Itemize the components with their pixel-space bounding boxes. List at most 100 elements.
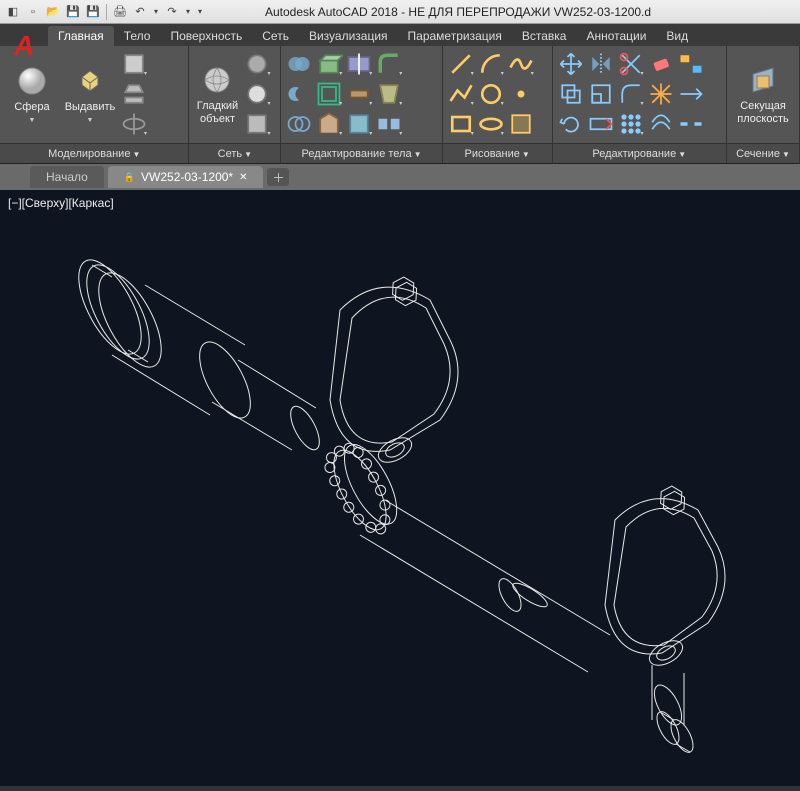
ribbon: Сфера ▼ Выдавить ▼ ▾ ▾ Моделирование▼ — [0, 46, 800, 164]
lock-icon: 🔒 — [124, 172, 135, 183]
extrude-button[interactable]: Выдавить ▼ — [62, 50, 118, 139]
offset-icon[interactable] — [647, 110, 675, 138]
panel-mesh: Гладкий объект ▾ ▾ ▾ Сеть▼ — [189, 46, 281, 163]
tab-parametric[interactable]: Параметризация — [398, 26, 512, 46]
extrude-face-icon[interactable]: ▾ — [315, 50, 343, 78]
panel-solid-edit: ▾ ▾ ▾ ▾ ▾ ▾ ▾ ▾ ▾ Редактирование тела▼ — [281, 46, 443, 163]
mesh-more-icon[interactable]: ▾ — [243, 50, 271, 78]
erase-icon[interactable] — [647, 50, 675, 78]
add-tab-button[interactable]: ＋ — [267, 168, 289, 186]
section-plane-icon — [747, 64, 779, 96]
doc-tab-start[interactable]: Начало — [30, 166, 104, 188]
point-icon[interactable] — [507, 80, 535, 108]
viewport-controls[interactable]: [−][Сверху][Каркас] — [8, 196, 114, 210]
intersect-icon[interactable] — [285, 110, 313, 138]
array-icon[interactable]: ▾ — [617, 110, 645, 138]
explode-icon[interactable] — [647, 80, 675, 108]
section-plane-label: Секущая плоскость — [733, 100, 793, 124]
drawing-viewport[interactable]: [−][Сверху][Каркас] — [0, 190, 800, 786]
tab-home[interactable]: Главная — [48, 26, 114, 46]
redo-icon[interactable]: ↷ — [163, 3, 181, 21]
smooth-button[interactable]: Гладкий объект — [193, 50, 241, 139]
ellipse-icon[interactable]: ▾ — [477, 110, 505, 138]
section-plane-button[interactable]: Секущая плоскость — [731, 50, 795, 139]
shell-icon[interactable]: ▾ — [315, 110, 343, 138]
tab-mesh[interactable]: Сеть — [252, 26, 299, 46]
new-icon[interactable]: ▫ — [24, 3, 42, 21]
align-icon[interactable] — [677, 50, 705, 78]
tab-solid[interactable]: Тело — [114, 26, 161, 46]
undo-dropdown-icon[interactable]: ▾ — [151, 3, 161, 21]
spline-icon[interactable]: ▾ — [507, 50, 535, 78]
save-icon[interactable]: 💾 — [64, 3, 82, 21]
fillet-edge-icon[interactable]: ▾ — [375, 50, 403, 78]
circle-icon[interactable]: ▾ — [477, 80, 505, 108]
subtract-icon[interactable] — [285, 80, 313, 108]
tab-annotate[interactable]: Аннотации — [576, 26, 656, 46]
slice-icon[interactable]: ▾ — [345, 50, 373, 78]
tab-surface[interactable]: Поверхность — [160, 26, 252, 46]
tab-insert[interactable]: Вставка — [512, 26, 577, 46]
smooth-label: Гладкий объект — [195, 100, 239, 124]
tab-visualize[interactable]: Визуализация — [299, 26, 398, 46]
tab-view[interactable]: Вид — [656, 26, 698, 46]
region-icon[interactable] — [507, 110, 535, 138]
presspull-icon[interactable] — [120, 80, 148, 108]
scale-icon[interactable] — [587, 80, 615, 108]
revolve-icon[interactable]: ▾ — [120, 110, 148, 138]
break-icon[interactable] — [677, 110, 705, 138]
panel-title-modeling[interactable]: Моделирование▼ — [0, 143, 188, 163]
doc-tab-active[interactable]: 🔒 VW252-03-1200* ✕ — [108, 166, 264, 188]
thicken-icon[interactable]: ▾ — [345, 80, 373, 108]
close-icon[interactable]: ✕ — [239, 172, 247, 183]
arc-icon[interactable]: ▾ — [477, 50, 505, 78]
extrude-label: Выдавить — [65, 101, 116, 113]
fillet-icon[interactable]: ▾ — [617, 80, 645, 108]
extrude-icon — [74, 65, 106, 97]
mesh-less-icon[interactable]: ▾ — [243, 80, 271, 108]
line-icon[interactable]: ▾ — [447, 50, 475, 78]
title-bar: ◧ ▫ 📂 💾 💾 🖨 ↶ ▾ ↷ ▾ ▾ Autodesk AutoCAD 2… — [0, 0, 800, 24]
move-icon[interactable] — [557, 50, 585, 78]
panel-title-section[interactable]: Сечение▼ — [727, 143, 799, 163]
mirror-icon[interactable] — [587, 50, 615, 78]
smooth-object-icon — [201, 64, 233, 96]
rectangle-icon[interactable]: ▾ — [447, 110, 475, 138]
quick-access-toolbar: ◧ ▫ 📂 💾 💾 🖨 ↶ ▾ ↷ ▾ ▾ — [4, 3, 205, 21]
undo-icon[interactable]: ↶ — [131, 3, 149, 21]
autocad-logo-icon[interactable]: A — [4, 26, 44, 66]
qat-customize-icon[interactable]: ▾ — [195, 3, 205, 21]
document-tabs: Начало 🔒 VW252-03-1200* ✕ ＋ — [0, 164, 800, 190]
saveas-icon[interactable]: 💾 — [84, 3, 102, 21]
panel-section: Секущая плоскость Сечение▼ — [727, 46, 800, 163]
app-menu-icon[interactable]: ◧ — [4, 3, 22, 21]
panel-editing: ▾ ▾ ▾ Редактирование▼ — [553, 46, 728, 163]
lengthen-icon[interactable] — [677, 80, 705, 108]
separate-icon[interactable]: ▾ — [375, 110, 403, 138]
redo-dropdown-icon[interactable]: ▾ — [183, 3, 193, 21]
polysolid-icon[interactable]: ▾ — [120, 50, 148, 78]
rotate-icon[interactable] — [557, 110, 585, 138]
stretch-icon[interactable] — [587, 110, 615, 138]
polyline-icon[interactable]: ▾ — [447, 80, 475, 108]
panel-title-drawing[interactable]: Рисование▼ — [443, 143, 552, 163]
chevron-down-icon: ▼ — [29, 117, 36, 124]
panel-title-mesh[interactable]: Сеть▼ — [189, 143, 280, 163]
offset-face-icon[interactable]: ▾ — [315, 80, 343, 108]
open-icon[interactable]: 📂 — [44, 3, 62, 21]
separator — [106, 4, 107, 20]
imprint-icon[interactable]: ▾ — [345, 110, 373, 138]
trim-icon[interactable]: ▾ — [617, 50, 645, 78]
mesh-refine-icon[interactable]: ▾ — [243, 110, 271, 138]
panel-drawing: ▾ ▾ ▾ ▾ ▾ ▾ ▾ Рисование▼ — [443, 46, 553, 163]
window-title: Autodesk AutoCAD 2018 - НЕ ДЛЯ ПЕРЕПРОДА… — [265, 5, 651, 19]
sphere-icon — [16, 65, 48, 97]
plot-icon[interactable]: 🖨 — [111, 3, 129, 21]
sphere-label: Сфера — [14, 101, 49, 113]
panel-title-editing[interactable]: Редактирование▼ — [553, 143, 727, 163]
copy-icon[interactable] — [557, 80, 585, 108]
union-icon[interactable] — [285, 50, 313, 78]
taper-face-icon[interactable]: ▾ — [375, 80, 403, 108]
panel-title-solid-edit[interactable]: Редактирование тела▼ — [281, 143, 442, 163]
chevron-down-icon: ▼ — [87, 117, 94, 124]
